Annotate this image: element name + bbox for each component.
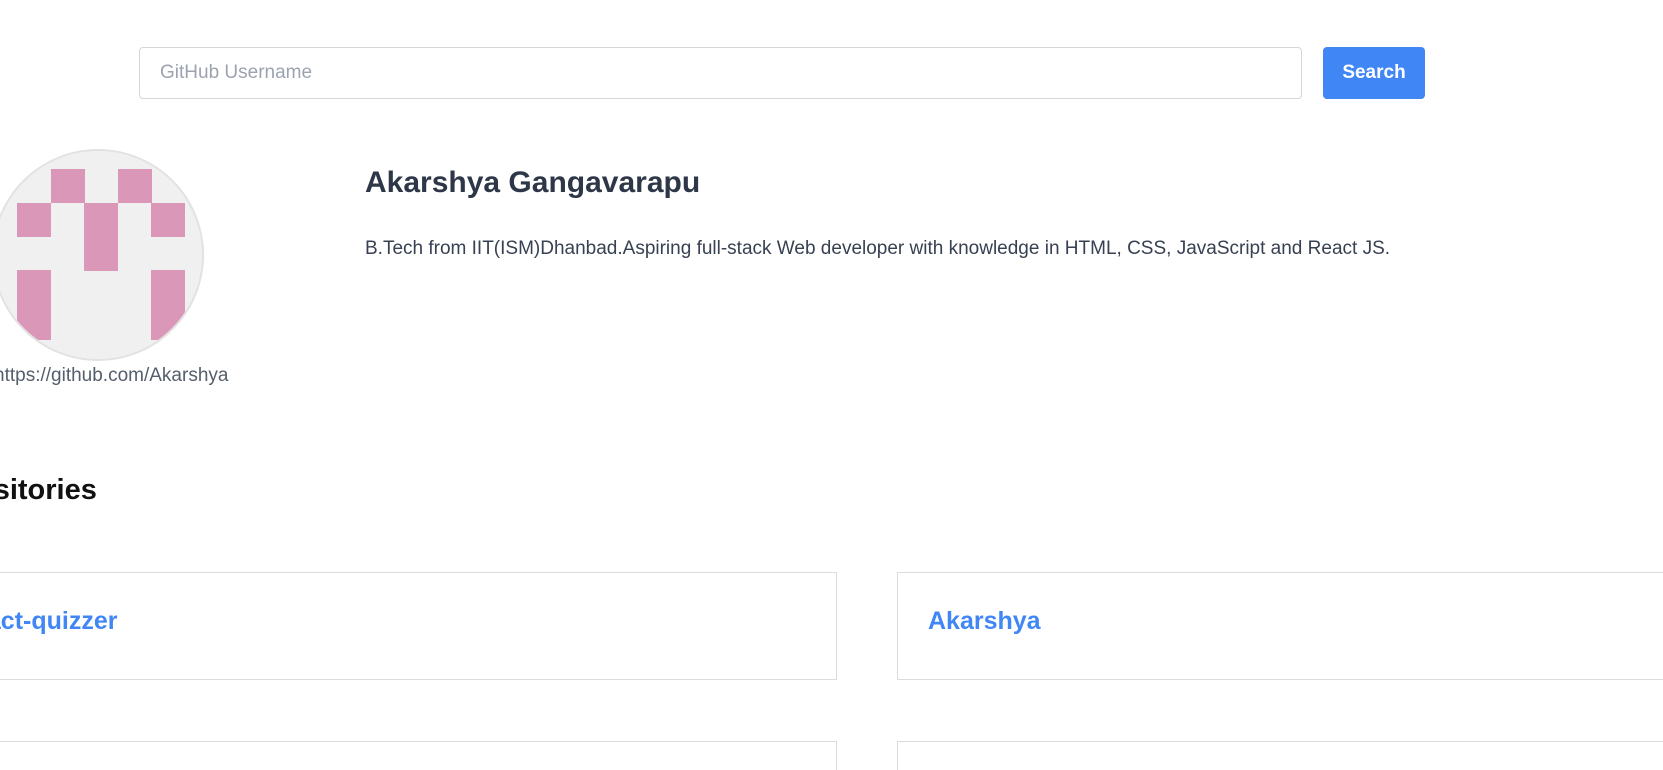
avatar (0, 149, 204, 361)
profile-link[interactable]: https://github.com/Akarshya (0, 365, 228, 387)
repositories-heading: ositories (0, 474, 97, 506)
repo-card: Akarshya (897, 572, 1663, 680)
identicon-avatar-icon (0, 151, 202, 359)
search-input[interactable] (139, 47, 1302, 99)
repo-link[interactable]: Akarshya (928, 607, 1041, 636)
profile-name: Akarshya Gangavarapu (365, 166, 701, 199)
repo-link[interactable]: eact-quizzer (0, 607, 117, 636)
repo-card (0, 741, 837, 770)
profile-bio: B.Tech from IIT(ISM)Dhanbad.Aspiring ful… (365, 238, 1391, 259)
page: Search https://github.com/Akarshya Akars… (0, 0, 1663, 770)
search-button[interactable]: Search (1323, 47, 1425, 99)
repo-card (897, 741, 1663, 770)
repo-card: eact-quizzer (0, 572, 837, 680)
